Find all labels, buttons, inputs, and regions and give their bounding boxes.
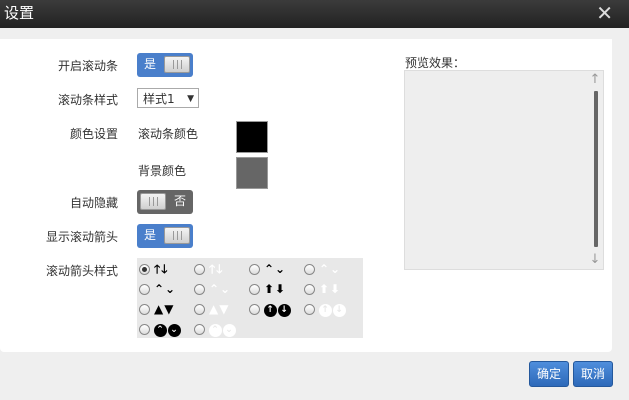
arrow-style-glyphs: ▲▼	[154, 302, 175, 316]
circle-arrow-down-icon: ↓	[278, 304, 291, 317]
arrow-style-radio[interactable]	[304, 303, 315, 315]
close-icon[interactable]: ✕	[596, 1, 613, 25]
arrow-style-radio[interactable]	[304, 283, 315, 295]
enable-scrollbar-toggle[interactable]: 是	[137, 53, 193, 77]
settings-dialog: 设置 ✕ 开启滚动条 是 滚动条样式 样式1 ▼ 颜色设置 滚动条颜色 背景颜色…	[0, 0, 629, 400]
arrow-down-icon[interactable]: ↓	[587, 253, 603, 267]
circle-arrow-up-icon: ↑	[319, 304, 332, 317]
arrow-style-option[interactable]: ▲▼	[194, 301, 229, 317]
show-arrows-toggle[interactable]: 是	[137, 224, 193, 248]
arrow-style-radio[interactable]	[249, 263, 260, 275]
arrow-style-option[interactable]: 🡑🡓	[194, 261, 223, 277]
arrow-style-radio[interactable]	[139, 283, 150, 295]
arrow-style-glyphs: ⌃⌄	[154, 282, 177, 296]
arrow-style-glyphs: ⌃⌄	[209, 321, 237, 337]
arrow-style-option[interactable]: ⬆⬇	[304, 281, 341, 297]
arrow-style-glyphs: ⌃⌄	[319, 262, 342, 276]
arrow-style-glyphs: ⬆⬇	[319, 282, 342, 296]
arrow-style-option[interactable]: 🡑🡓	[139, 261, 168, 277]
preview-box: ↑ ↓	[404, 70, 604, 270]
arrow-style-option[interactable]: ⬆⬇	[249, 281, 286, 297]
arrow-style-option[interactable]: ▲▼	[139, 301, 174, 317]
scrollbar-color-label: 滚动条颜色	[138, 127, 199, 141]
arrow-style-radio[interactable]	[249, 283, 260, 295]
arrow-style-option[interactable]: ⌃⌄	[194, 321, 237, 337]
arrow-style-glyphs: ⌃⌄	[264, 262, 287, 276]
arrow-style-option[interactable]: ⌃⌄	[139, 281, 176, 297]
preview-label: 预览效果：	[405, 56, 466, 70]
cancel-button[interactable]: 取消	[573, 361, 613, 387]
scrollbar-style-value: 样式1	[143, 92, 175, 106]
arrow-style-option[interactable]: ⌃⌄	[249, 261, 286, 277]
toggle-knob	[164, 56, 190, 73]
arrow-style-option[interactable]: ↑ ↓	[249, 301, 292, 317]
background-color-label: 背景颜色	[138, 164, 187, 178]
arrow-style-glyphs: ⌃⌄	[209, 282, 232, 296]
arrow-style-glyphs: ⬆⬇	[264, 282, 287, 296]
enable-scrollbar-label: 开启滚动条	[57, 59, 118, 73]
auto-hide-toggle[interactable]: 否	[137, 190, 193, 214]
arrow-style-radio[interactable]	[139, 263, 150, 275]
arrow-up-icon[interactable]: ↑	[587, 73, 603, 87]
arrow-style-radio[interactable]	[139, 323, 150, 335]
toggle-knob	[164, 227, 190, 244]
arrow-style-options: 🡑🡓 🡑🡓 ⌃⌄ ⌃⌄ ⌃⌄ ⌃⌄ ⬆⬇ ⬆⬇ ▲▼ ▲▼ ↑ ↓ ↑ ↓ ⌃ ⌄ ⌃ ⌄	[137, 258, 363, 338]
show-arrows-toggle-text: 是	[144, 228, 157, 242]
dialog-titlebar[interactable]: 设置 ✕	[0, 0, 629, 28]
arrow-style-radio[interactable]	[249, 303, 260, 315]
arrow-style-label: 滚动箭头样式	[45, 264, 118, 278]
scrollbar-style-label: 滚动条样式	[57, 93, 118, 107]
scrollbar-thumb[interactable]	[594, 91, 598, 247]
circle-arrow-down-icon: ⌄	[168, 324, 181, 337]
circle-arrow-up-icon: ↑	[264, 304, 277, 317]
scrollbar-style-select[interactable]: 样式1 ▼	[137, 88, 199, 108]
circle-arrow-up-icon: ⌃	[154, 324, 167, 337]
confirm-button[interactable]: 确定	[529, 361, 569, 387]
arrow-style-option[interactable]: ⌃⌄	[304, 261, 341, 277]
auto-hide-label: 自动隐藏	[69, 196, 118, 210]
arrow-style-radio[interactable]	[304, 263, 315, 275]
arrow-style-glyphs: ↑ ↓	[264, 301, 292, 317]
arrow-style-glyphs: ▲▼	[209, 302, 230, 316]
arrow-style-option[interactable]: ⌃⌄	[194, 281, 231, 297]
enable-scrollbar-toggle-text: 是	[144, 57, 157, 71]
auto-hide-toggle-text: 否	[173, 194, 186, 208]
background-color-swatch[interactable]	[236, 157, 268, 189]
circle-arrow-down-icon: ⌄	[223, 324, 236, 337]
arrow-style-radio[interactable]	[194, 323, 205, 335]
arrow-style-option[interactable]: ⌃⌄	[139, 321, 182, 337]
dialog-title: 设置	[4, 4, 35, 22]
arrow-style-glyphs: 🡑🡓	[209, 262, 224, 276]
scrollbar-color-swatch[interactable]	[236, 121, 268, 153]
color-settings-label: 颜色设置	[69, 127, 118, 141]
arrow-style-radio[interactable]	[194, 263, 205, 275]
arrow-style-glyphs: ↑ ↓	[319, 301, 347, 317]
arrow-style-radio[interactable]	[194, 283, 205, 295]
circle-arrow-up-icon: ⌃	[209, 324, 222, 337]
chevron-down-icon: ▼	[187, 94, 194, 104]
toggle-knob	[140, 193, 166, 210]
show-arrows-label: 显示滚动箭头	[45, 230, 118, 244]
arrow-style-radio[interactable]	[194, 303, 205, 315]
arrow-style-option[interactable]: ↑ ↓	[304, 301, 347, 317]
arrow-style-glyphs: 🡑🡓	[154, 262, 169, 276]
circle-arrow-down-icon: ↓	[333, 304, 346, 317]
arrow-style-glyphs: ⌃⌄	[154, 321, 182, 337]
arrow-style-radio[interactable]	[139, 303, 150, 315]
